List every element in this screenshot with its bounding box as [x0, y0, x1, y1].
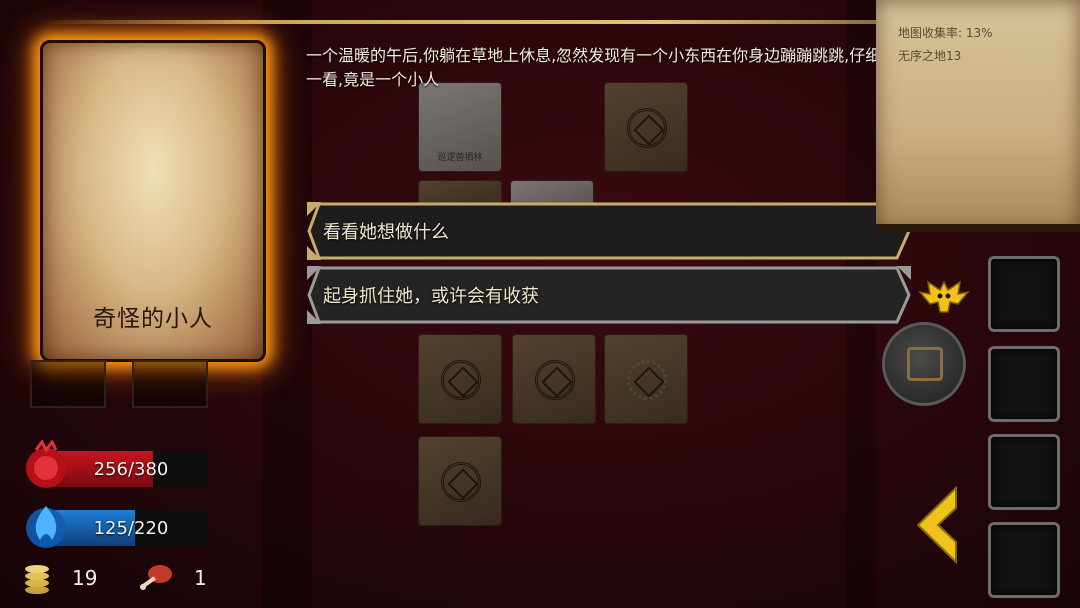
event-story-text: 一个温暖的午后,你躺在草地上休息,忽然发现有一个小东西在你身边蹦蹦跳跳,仔细一看…	[306, 46, 882, 89]
dragon-emblem-icon[interactable]	[918, 276, 970, 316]
knot-icon	[535, 360, 575, 400]
board-tile[interactable]: 巡逻兽栖林	[418, 82, 502, 172]
red-heart-orb-icon	[26, 440, 66, 488]
knot-icon	[441, 462, 481, 502]
ability-slot[interactable]	[30, 360, 106, 408]
board-tile[interactable]	[418, 334, 502, 424]
board-tile[interactable]	[604, 82, 688, 172]
choice-label: 看看她想做什么	[323, 222, 449, 243]
inventory-slot[interactable]	[988, 346, 1060, 422]
board-tile[interactable]	[604, 334, 688, 424]
choice-label: 起身抓住她，或许会有收获	[323, 286, 539, 307]
treasure-chest-button[interactable]	[882, 322, 966, 406]
event-card: 奇怪的小人	[40, 40, 266, 362]
inventory-slot[interactable]	[988, 256, 1060, 332]
food-count: 1	[194, 566, 207, 590]
treasure-chest-icon	[907, 347, 943, 381]
map-info-panel[interactable]: 地图收集率: 13% 无序之地13	[876, 0, 1080, 232]
board-tile[interactable]	[512, 334, 596, 424]
chevron-left-icon[interactable]	[914, 486, 962, 564]
choice-button-2[interactable]: 起身抓住她，或许会有收获	[307, 266, 911, 324]
ability-slot[interactable]	[132, 360, 208, 408]
swirl-icon	[627, 360, 667, 400]
event-card-title: 奇怪的小人	[93, 306, 213, 332]
choice-button-1[interactable]: 看看她想做什么	[307, 202, 911, 260]
gold-count: 19	[72, 566, 98, 590]
inventory-slot[interactable]	[988, 522, 1060, 598]
knot-icon	[627, 108, 667, 148]
blue-flame-orb-icon	[26, 506, 66, 548]
coin-stack-icon	[25, 565, 49, 594]
tile-caption: 巡逻兽栖林	[437, 153, 483, 163]
map-area-name: 无序之地13	[898, 49, 962, 63]
inventory-slot[interactable]	[988, 434, 1060, 510]
map-collection-rate: 地图收集率: 13%	[898, 26, 993, 40]
knot-icon	[441, 360, 481, 400]
meat-icon	[140, 565, 172, 590]
board-tile[interactable]	[418, 436, 502, 526]
board-column-shadow	[262, 0, 312, 608]
